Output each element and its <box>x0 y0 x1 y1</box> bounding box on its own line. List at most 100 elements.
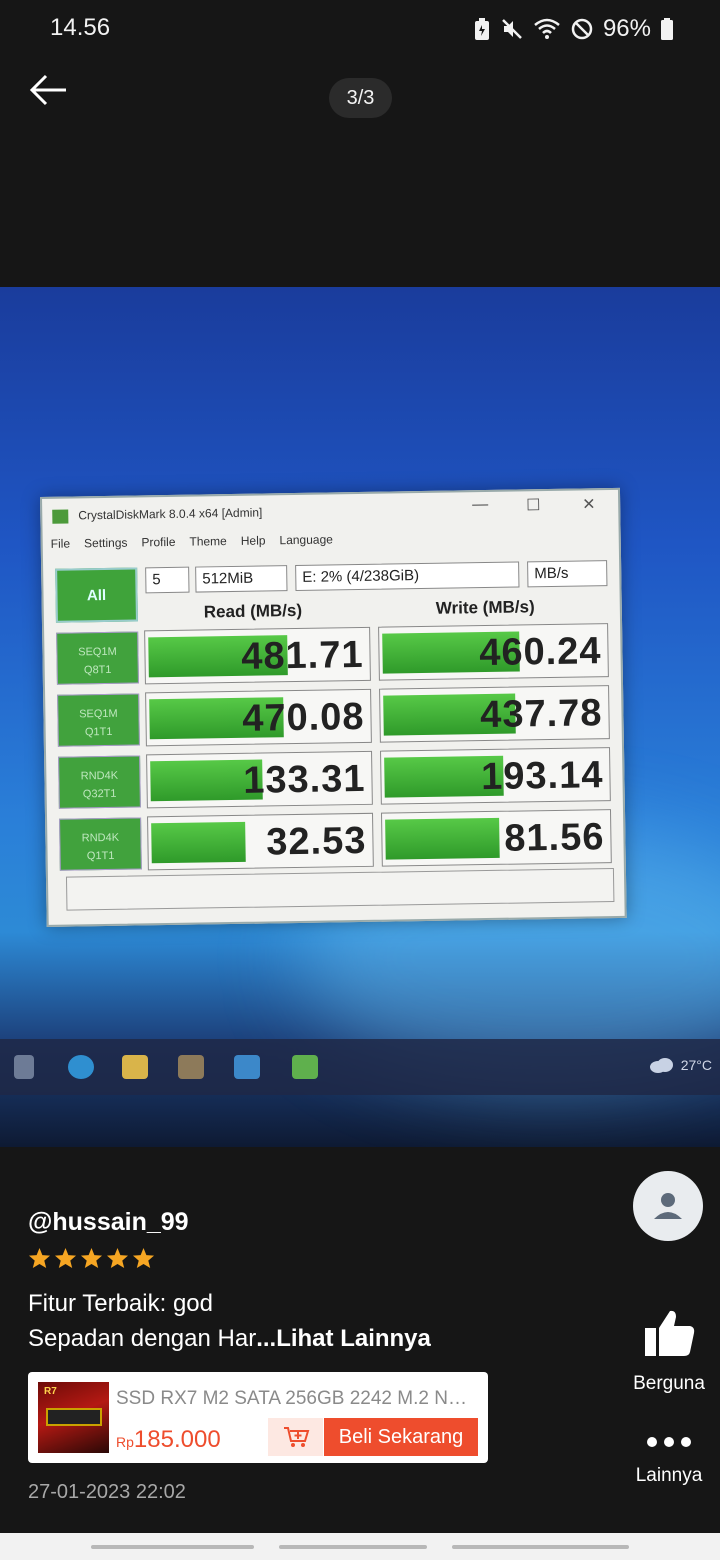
rating-stars <box>28 1247 155 1269</box>
product-thumbnail[interactable]: R7 <box>38 1382 109 1453</box>
star-icon <box>54 1247 77 1269</box>
write-result-value: 193.14 <box>480 754 604 799</box>
wifi-calling-icon <box>534 18 560 39</box>
write-header: Write (MB/s) <box>435 597 535 618</box>
cart-plus-icon <box>283 1427 309 1447</box>
windows-taskbar: 27°C <box>0 1039 720 1095</box>
helpful-label: Berguna <box>633 1373 705 1394</box>
carousel-segment-3 <box>452 1545 629 1549</box>
more-button[interactable]: Lainnya <box>615 1432 720 1487</box>
review-date: 27-01-2023 22:02 <box>28 1481 186 1503</box>
status-icons: 96% <box>473 15 674 43</box>
more-dots-icon <box>647 1437 691 1447</box>
write-result-cell: 437.78 <box>379 685 610 743</box>
read-result-bar <box>151 821 246 864</box>
star-icon <box>28 1247 51 1269</box>
write-result-value: 437.78 <box>479 692 603 737</box>
read-result-value: 470.08 <box>241 695 365 740</box>
close-icon: ✕ <box>582 496 596 514</box>
review-photo[interactable]: CrystalDiskMark 8.0.4 x64 [Admin] — ☐ ✕ … <box>0 287 720 1147</box>
status-bar: 14.56 96% <box>0 0 720 56</box>
user-icon <box>654 1193 682 1219</box>
star-icon <box>106 1247 129 1269</box>
app-icon <box>52 509 69 524</box>
do-not-disturb-icon <box>571 18 593 40</box>
review-text-truncated: Sepadan dengan Har <box>28 1325 257 1352</box>
all-button: All <box>55 567 138 623</box>
image-carousel-indicator <box>0 1533 720 1560</box>
read-result-cell: 133.31 <box>146 750 373 809</box>
test-label-line1: RND4K <box>80 769 119 783</box>
cloud-icon <box>649 1058 673 1073</box>
mail-icon <box>234 1055 260 1079</box>
menu-theme: Theme <box>189 534 227 549</box>
read-header: Read (MB/s) <box>203 600 303 622</box>
read-result-value: 481.71 <box>240 633 364 678</box>
menu-file: File <box>50 536 71 551</box>
more-label: Lainnya <box>635 1465 703 1486</box>
write-result-cell: 81.56 <box>381 809 612 867</box>
add-to-cart-button[interactable] <box>268 1418 323 1456</box>
weather-temp: 27°C <box>680 1057 712 1073</box>
status-time: 14.56 <box>50 14 111 41</box>
battery-saver-icon <box>474 18 489 40</box>
write-result-value: 81.56 <box>504 816 605 860</box>
test-label-seq1m-q8t1: SEQ1M Q8T1 <box>56 631 139 685</box>
test-label-line2: Q1T1 <box>86 849 115 863</box>
window-title: CrystalDiskMark 8.0.4 x64 [Admin] <box>78 505 263 523</box>
test-label-line2: Q1T1 <box>84 725 113 739</box>
test-label-line1: SEQ1M <box>78 645 117 659</box>
mute-icon <box>502 19 522 39</box>
count-select: 5 <box>145 566 190 594</box>
drive-select: E: 2% (4/238GiB) <box>295 561 520 591</box>
write-result-cell: 460.24 <box>378 623 609 681</box>
read-result-cell: 32.53 <box>147 812 374 871</box>
weather-widget: 27°C <box>649 1057 712 1073</box>
comment-box <box>65 868 615 911</box>
menu-language: Language <box>279 532 333 548</box>
test-label-rnd4k-q32t1: RND4K Q32T1 <box>58 755 141 809</box>
battery-icon <box>661 18 673 40</box>
product-price: Rp185.000 <box>116 1426 221 1454</box>
product-card[interactable]: R7 SSD RX7 M2 SATA 256GB 2242 M.2 NGFF R… <box>28 1372 488 1463</box>
ssd-chip-graphic <box>46 1408 102 1426</box>
menu-profile: Profile <box>141 534 176 550</box>
carousel-segment-1 <box>91 1545 254 1549</box>
reviewer-username[interactable]: @hussain_99 <box>28 1208 189 1237</box>
size-select: 512MiB <box>195 565 288 593</box>
window-menu: File Settings Profile Theme Help Languag… <box>51 532 333 550</box>
task-view-icon <box>14 1055 34 1079</box>
review-line-1: Fitur Terbaik: god <box>28 1290 213 1317</box>
helpful-button[interactable]: Berguna <box>615 1306 720 1395</box>
file-explorer-icon <box>122 1055 148 1079</box>
see-more-link[interactable]: ...Lihat Lainnya <box>256 1325 431 1352</box>
test-label-line1: SEQ1M <box>79 707 118 721</box>
minimize-icon: — <box>472 495 489 514</box>
price-amount: 185.000 <box>133 1426 221 1453</box>
star-icon <box>80 1247 103 1269</box>
arrow-left-icon <box>29 74 66 106</box>
write-result-bar <box>385 817 500 860</box>
write-result-value: 460.24 <box>478 630 602 675</box>
back-button[interactable] <box>26 70 72 110</box>
carousel-segment-2 <box>279 1545 427 1549</box>
test-label-seq1m-q1t1: SEQ1M Q1T1 <box>57 693 140 747</box>
crystaldiskmark-taskbar-icon <box>292 1055 318 1079</box>
store-icon <box>178 1055 204 1079</box>
test-label-line2: Q32T1 <box>82 787 117 801</box>
buy-now-button[interactable]: Beli Sekarang <box>324 1418 478 1456</box>
review-line-2: Sepadan dengan Har...Lihat Lainnya <box>28 1325 431 1353</box>
edge-browser-icon <box>68 1055 94 1079</box>
star-icon <box>132 1247 155 1269</box>
thumbs-up-icon <box>645 1310 695 1356</box>
test-label-rnd4k-q1t1: RND4K Q1T1 <box>59 817 142 871</box>
unit-select: MB/s <box>527 560 608 588</box>
reviewer-avatar[interactable] <box>633 1171 703 1241</box>
read-result-value: 133.31 <box>242 757 366 802</box>
test-label-line2: Q8T1 <box>83 663 112 677</box>
product-name[interactable]: SSD RX7 M2 SATA 256GB 2242 M.2 NGFF <box>116 1388 476 1410</box>
menu-settings: Settings <box>83 535 128 551</box>
maximize-icon: ☐ <box>526 497 541 515</box>
read-result-cell: 481.71 <box>144 626 371 685</box>
thumbnail-mark: R7 <box>44 1386 57 1397</box>
